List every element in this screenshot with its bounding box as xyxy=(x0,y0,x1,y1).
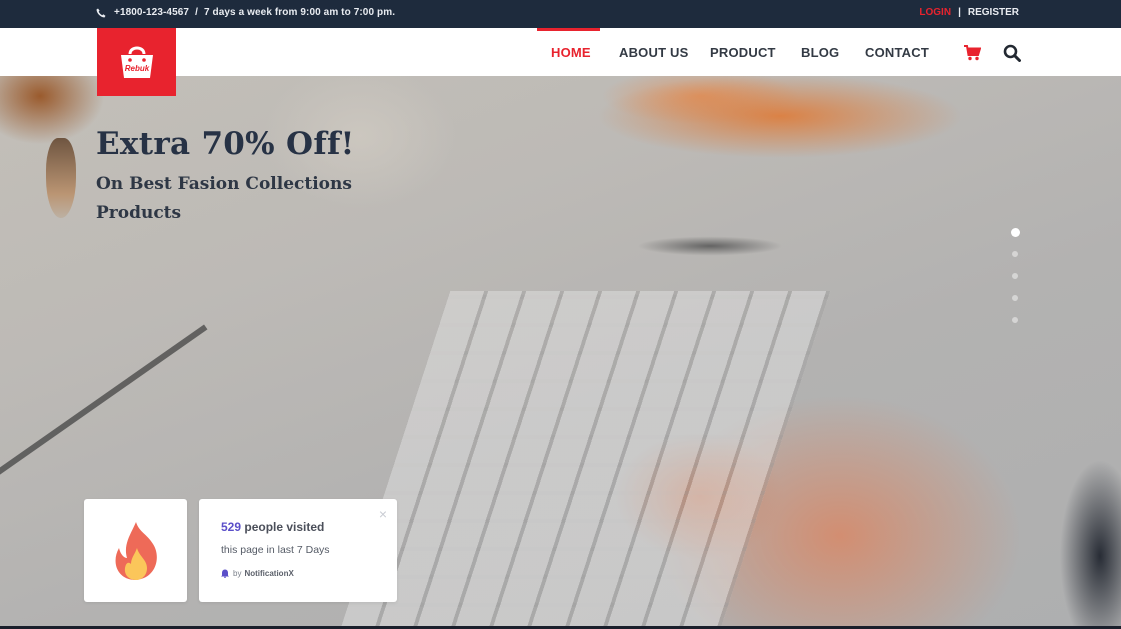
notification-icon-card xyxy=(84,499,187,602)
nav-blog[interactable]: BLOG xyxy=(801,45,839,60)
notification-headline: 529 people visited xyxy=(221,520,324,534)
login-link[interactable]: LOGIN xyxy=(919,7,951,18)
slider-dot-5[interactable] xyxy=(1012,317,1018,323)
branding-prefix: by xyxy=(233,569,242,578)
visitor-count: 529 xyxy=(221,520,242,534)
nav-contact[interactable]: CONTACT xyxy=(865,45,929,60)
close-icon[interactable]: × xyxy=(379,507,387,521)
visitor-notification[interactable]: × 529 people visited this page in last 7… xyxy=(199,499,397,602)
slider-dot-3[interactable] xyxy=(1012,273,1018,279)
shopping-bag-icon: Rebuk xyxy=(120,46,153,78)
keyboard-background xyxy=(339,291,831,629)
cart-icon[interactable] xyxy=(964,45,981,61)
slider-pagination xyxy=(1011,228,1020,339)
hero-subtitle: On Best Fasion Collections Products xyxy=(96,174,352,223)
contact-info: +1800-123-4567 / 7 days a week from 9:00… xyxy=(96,7,395,18)
register-link[interactable]: REGISTER xyxy=(968,7,1019,18)
slider-dot-4[interactable] xyxy=(1012,295,1018,301)
nav-home[interactable]: HOME xyxy=(551,45,591,60)
auth-links: LOGIN | REGISTER xyxy=(919,7,1019,18)
fire-icon xyxy=(115,521,157,580)
notificationx-logo-icon xyxy=(221,569,229,578)
auth-divider: | xyxy=(958,7,961,18)
nav-active-indicator xyxy=(537,28,600,31)
phone-number[interactable]: +1800-123-4567 xyxy=(114,7,189,18)
hero-text: Extra 70% Off! On Best Fasion Collection… xyxy=(96,126,356,228)
nav-product[interactable]: PRODUCT xyxy=(710,45,776,60)
phone-icon xyxy=(96,8,106,17)
logo[interactable]: Rebuk xyxy=(97,28,176,96)
laptop-edge-background xyxy=(0,324,208,502)
notification-detail: this page in last 7 Days xyxy=(221,544,330,556)
hero-title: Extra 70% Off! xyxy=(96,126,355,162)
separator: / xyxy=(195,7,198,18)
slider-dot-2[interactable] xyxy=(1012,251,1018,257)
visitor-label: people visited xyxy=(241,520,325,534)
apple-logo-background xyxy=(46,138,76,218)
branding-name: NotificationX xyxy=(244,569,294,578)
top-bar: +1800-123-4567 / 7 days a week from 9:00… xyxy=(0,0,1121,28)
opening-hours: 7 days a week from 9:00 am to 7:00 pm. xyxy=(203,7,396,18)
nav-about-us[interactable]: ABOUT US xyxy=(619,45,689,60)
logo-text: Rebuk xyxy=(124,64,149,73)
search-icon[interactable] xyxy=(1003,44,1021,62)
slider-dot-1[interactable] xyxy=(1011,228,1020,237)
notification-branding[interactable]: by NotificationX xyxy=(221,569,294,578)
